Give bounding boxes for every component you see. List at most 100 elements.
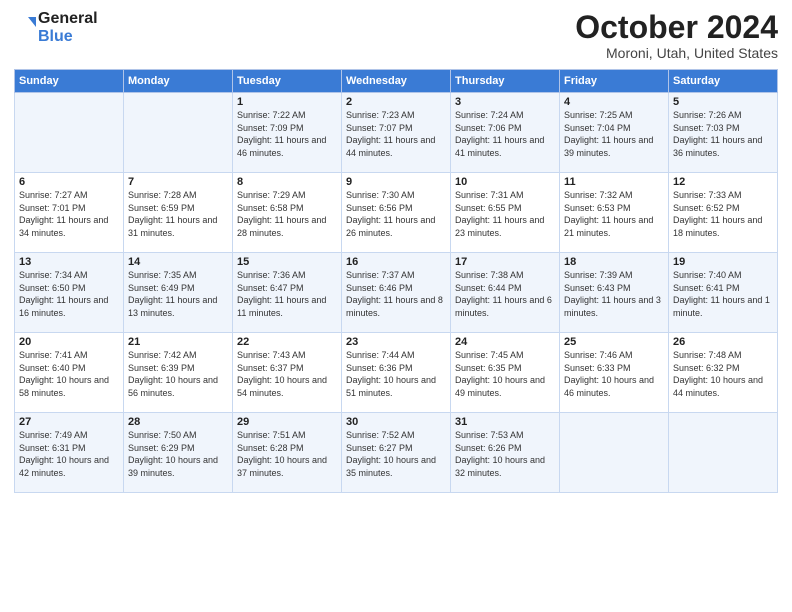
- day-number: 21: [128, 336, 228, 348]
- day-number: 5: [673, 96, 773, 108]
- day-detail: Sunrise: 7:41 AMSunset: 6:40 PMDaylight:…: [19, 349, 119, 399]
- calendar-table: Sunday Monday Tuesday Wednesday Thursday…: [14, 69, 778, 493]
- day-number: 9: [346, 176, 446, 188]
- day-number: 29: [237, 416, 337, 428]
- calendar-week-row: 20 Sunrise: 7:41 AMSunset: 6:40 PMDaylig…: [15, 333, 778, 413]
- day-detail: Sunrise: 7:45 AMSunset: 6:35 PMDaylight:…: [455, 349, 555, 399]
- day-detail: Sunrise: 7:22 AMSunset: 7:09 PMDaylight:…: [237, 109, 337, 159]
- day-detail: Sunrise: 7:30 AMSunset: 6:56 PMDaylight:…: [346, 189, 446, 239]
- day-number: 23: [346, 336, 446, 348]
- day-number: 27: [19, 416, 119, 428]
- calendar-cell: 30 Sunrise: 7:52 AMSunset: 6:27 PMDaylig…: [342, 413, 451, 493]
- col-wednesday: Wednesday: [342, 70, 451, 93]
- day-number: 7: [128, 176, 228, 188]
- day-number: 31: [455, 416, 555, 428]
- day-number: 30: [346, 416, 446, 428]
- header: General Blue October 2024 Moroni, Utah, …: [14, 10, 778, 61]
- day-detail: Sunrise: 7:26 AMSunset: 7:03 PMDaylight:…: [673, 109, 773, 159]
- calendar-cell: 22 Sunrise: 7:43 AMSunset: 6:37 PMDaylig…: [233, 333, 342, 413]
- day-number: 19: [673, 256, 773, 268]
- calendar-cell: 6 Sunrise: 7:27 AMSunset: 7:01 PMDayligh…: [15, 173, 124, 253]
- calendar-cell: 20 Sunrise: 7:41 AMSunset: 6:40 PMDaylig…: [15, 333, 124, 413]
- calendar-cell: 24 Sunrise: 7:45 AMSunset: 6:35 PMDaylig…: [451, 333, 560, 413]
- calendar-week-row: 27 Sunrise: 7:49 AMSunset: 6:31 PMDaylig…: [15, 413, 778, 493]
- calendar-cell: 11 Sunrise: 7:32 AMSunset: 6:53 PMDaylig…: [560, 173, 669, 253]
- logo-bird-icon: [14, 13, 36, 43]
- calendar-cell: 2 Sunrise: 7:23 AMSunset: 7:07 PMDayligh…: [342, 93, 451, 173]
- calendar-week-row: 6 Sunrise: 7:27 AMSunset: 7:01 PMDayligh…: [15, 173, 778, 253]
- calendar-cell: [15, 93, 124, 173]
- logo-line2: Blue: [38, 28, 98, 46]
- day-number: 14: [128, 256, 228, 268]
- day-number: 22: [237, 336, 337, 348]
- day-detail: Sunrise: 7:24 AMSunset: 7:06 PMDaylight:…: [455, 109, 555, 159]
- col-tuesday: Tuesday: [233, 70, 342, 93]
- title-block: October 2024 Moroni, Utah, United States: [575, 10, 778, 61]
- calendar-cell: 25 Sunrise: 7:46 AMSunset: 6:33 PMDaylig…: [560, 333, 669, 413]
- calendar-cell: [124, 93, 233, 173]
- calendar-cell: 4 Sunrise: 7:25 AMSunset: 7:04 PMDayligh…: [560, 93, 669, 173]
- col-saturday: Saturday: [669, 70, 778, 93]
- day-number: 2: [346, 96, 446, 108]
- day-number: 24: [455, 336, 555, 348]
- day-detail: Sunrise: 7:35 AMSunset: 6:49 PMDaylight:…: [128, 269, 228, 319]
- calendar-cell: 29 Sunrise: 7:51 AMSunset: 6:28 PMDaylig…: [233, 413, 342, 493]
- calendar-cell: 27 Sunrise: 7:49 AMSunset: 6:31 PMDaylig…: [15, 413, 124, 493]
- calendar-cell: 14 Sunrise: 7:35 AMSunset: 6:49 PMDaylig…: [124, 253, 233, 333]
- day-detail: Sunrise: 7:25 AMSunset: 7:04 PMDaylight:…: [564, 109, 664, 159]
- calendar-cell: 9 Sunrise: 7:30 AMSunset: 6:56 PMDayligh…: [342, 173, 451, 253]
- calendar-week-row: 13 Sunrise: 7:34 AMSunset: 6:50 PMDaylig…: [15, 253, 778, 333]
- day-detail: Sunrise: 7:52 AMSunset: 6:27 PMDaylight:…: [346, 429, 446, 479]
- day-number: 11: [564, 176, 664, 188]
- calendar-cell: 17 Sunrise: 7:38 AMSunset: 6:44 PMDaylig…: [451, 253, 560, 333]
- day-detail: Sunrise: 7:42 AMSunset: 6:39 PMDaylight:…: [128, 349, 228, 399]
- calendar-cell: 21 Sunrise: 7:42 AMSunset: 6:39 PMDaylig…: [124, 333, 233, 413]
- day-detail: Sunrise: 7:33 AMSunset: 6:52 PMDaylight:…: [673, 189, 773, 239]
- calendar-cell: 31 Sunrise: 7:53 AMSunset: 6:26 PMDaylig…: [451, 413, 560, 493]
- day-detail: Sunrise: 7:32 AMSunset: 6:53 PMDaylight:…: [564, 189, 664, 239]
- day-number: 26: [673, 336, 773, 348]
- col-monday: Monday: [124, 70, 233, 93]
- calendar-cell: 26 Sunrise: 7:48 AMSunset: 6:32 PMDaylig…: [669, 333, 778, 413]
- calendar-cell: 10 Sunrise: 7:31 AMSunset: 6:55 PMDaylig…: [451, 173, 560, 253]
- day-detail: Sunrise: 7:43 AMSunset: 6:37 PMDaylight:…: [237, 349, 337, 399]
- day-number: 25: [564, 336, 664, 348]
- calendar-cell: 19 Sunrise: 7:40 AMSunset: 6:41 PMDaylig…: [669, 253, 778, 333]
- day-detail: Sunrise: 7:28 AMSunset: 6:59 PMDaylight:…: [128, 189, 228, 239]
- day-detail: Sunrise: 7:51 AMSunset: 6:28 PMDaylight:…: [237, 429, 337, 479]
- day-detail: Sunrise: 7:53 AMSunset: 6:26 PMDaylight:…: [455, 429, 555, 479]
- day-number: 20: [19, 336, 119, 348]
- calendar-cell: 7 Sunrise: 7:28 AMSunset: 6:59 PMDayligh…: [124, 173, 233, 253]
- header-row: Sunday Monday Tuesday Wednesday Thursday…: [15, 70, 778, 93]
- logo: General Blue: [14, 10, 98, 47]
- day-detail: Sunrise: 7:40 AMSunset: 6:41 PMDaylight:…: [673, 269, 773, 319]
- day-detail: Sunrise: 7:37 AMSunset: 6:46 PMDaylight:…: [346, 269, 446, 319]
- col-sunday: Sunday: [15, 70, 124, 93]
- day-detail: Sunrise: 7:23 AMSunset: 7:07 PMDaylight:…: [346, 109, 446, 159]
- calendar-cell: 16 Sunrise: 7:37 AMSunset: 6:46 PMDaylig…: [342, 253, 451, 333]
- day-detail: Sunrise: 7:44 AMSunset: 6:36 PMDaylight:…: [346, 349, 446, 399]
- day-number: 1: [237, 96, 337, 108]
- calendar-cell: [560, 413, 669, 493]
- day-number: 13: [19, 256, 119, 268]
- day-detail: Sunrise: 7:48 AMSunset: 6:32 PMDaylight:…: [673, 349, 773, 399]
- day-detail: Sunrise: 7:29 AMSunset: 6:58 PMDaylight:…: [237, 189, 337, 239]
- day-detail: Sunrise: 7:39 AMSunset: 6:43 PMDaylight:…: [564, 269, 664, 319]
- calendar-cell: 15 Sunrise: 7:36 AMSunset: 6:47 PMDaylig…: [233, 253, 342, 333]
- day-number: 3: [455, 96, 555, 108]
- day-detail: Sunrise: 7:36 AMSunset: 6:47 PMDaylight:…: [237, 269, 337, 319]
- calendar-cell: 23 Sunrise: 7:44 AMSunset: 6:36 PMDaylig…: [342, 333, 451, 413]
- day-number: 4: [564, 96, 664, 108]
- calendar-cell: [669, 413, 778, 493]
- day-number: 16: [346, 256, 446, 268]
- calendar-cell: 13 Sunrise: 7:34 AMSunset: 6:50 PMDaylig…: [15, 253, 124, 333]
- day-detail: Sunrise: 7:34 AMSunset: 6:50 PMDaylight:…: [19, 269, 119, 319]
- calendar-cell: 5 Sunrise: 7:26 AMSunset: 7:03 PMDayligh…: [669, 93, 778, 173]
- col-friday: Friday: [560, 70, 669, 93]
- logo-line1: General: [38, 10, 98, 28]
- location-subtitle: Moroni, Utah, United States: [575, 45, 778, 61]
- day-detail: Sunrise: 7:31 AMSunset: 6:55 PMDaylight:…: [455, 189, 555, 239]
- col-thursday: Thursday: [451, 70, 560, 93]
- calendar-cell: 28 Sunrise: 7:50 AMSunset: 6:29 PMDaylig…: [124, 413, 233, 493]
- day-number: 28: [128, 416, 228, 428]
